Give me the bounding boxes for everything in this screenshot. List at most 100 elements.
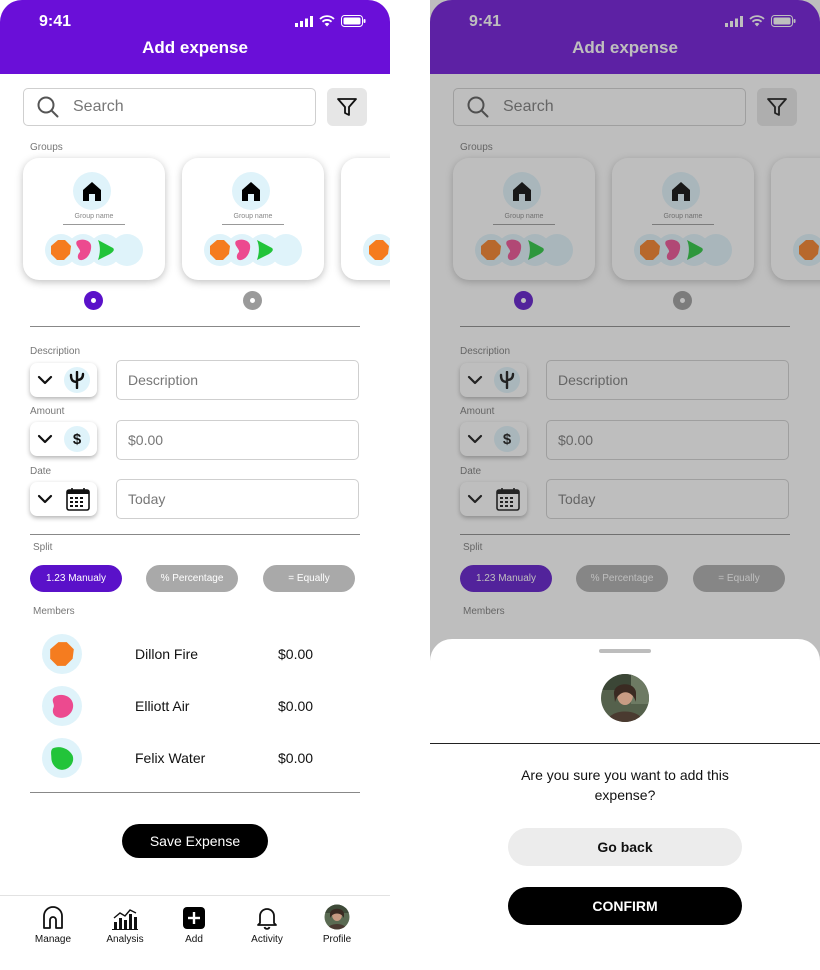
member-avatar-orange (45, 234, 77, 266)
member-amount[interactable]: $0.00 (278, 646, 313, 662)
member-name: Felix Water (135, 750, 206, 766)
home-outline-icon (43, 906, 63, 929)
nav-label: Profile (322, 934, 352, 945)
amount-label: Amount (30, 406, 65, 417)
nav-label: Analysis (106, 934, 144, 945)
description-category-selector[interactable] (30, 363, 97, 397)
avatar (324, 904, 350, 930)
sheet-divider (430, 743, 820, 744)
member-amount[interactable]: $0.00 (278, 698, 313, 714)
status-icons (295, 15, 366, 27)
groups-label: Groups (30, 142, 63, 153)
date-input[interactable]: Today (116, 479, 359, 519)
description-input[interactable]: Description (116, 360, 359, 400)
app-header: 9:41 Add expense (0, 0, 390, 74)
confirm-expense-screen: 9:41 Add expense Groups Group name (430, 0, 820, 970)
avatar (601, 674, 649, 722)
cactus-icon (69, 371, 85, 389)
chevron-down-icon (37, 494, 53, 504)
nav-profile[interactable]: Profile (307, 902, 367, 945)
orange-blob-icon (50, 642, 74, 666)
group-radio[interactable] (243, 291, 262, 310)
nav-manage[interactable]: Manage (23, 902, 83, 945)
user-photo-icon (601, 674, 649, 722)
confirm-bottom-sheet: Are you sure you want to add this expens… (430, 639, 820, 970)
date-label: Date (30, 466, 52, 477)
member-avatar-orange (363, 234, 390, 266)
page-title: Add expense (142, 38, 248, 57)
status-time: 9:41 (39, 13, 72, 30)
wifi-icon (319, 15, 335, 27)
orange-blob-icon (51, 240, 71, 260)
orange-blob-icon (210, 240, 230, 260)
group-name: Group name (233, 213, 273, 220)
home-icon (242, 182, 260, 201)
sheet-drag-handle[interactable] (599, 649, 651, 653)
currency-selector[interactable]: $ (30, 422, 97, 456)
members-label: Members (33, 606, 75, 617)
filter-button[interactable] (327, 88, 367, 126)
group-name-underline (63, 224, 125, 225)
search-box[interactable] (23, 88, 316, 126)
pink-blob-icon (52, 694, 74, 718)
bell-icon (257, 908, 277, 930)
group-member-avatars (204, 234, 314, 268)
split-label: Split (33, 542, 53, 553)
chevron-down-icon (37, 434, 53, 444)
confirm-question: Are you sure you want to add this expens… (521, 767, 729, 803)
signal-icon (295, 15, 313, 27)
split-percentage-button[interactable]: % Percentage (146, 565, 238, 592)
member-avatar (42, 686, 82, 726)
search-icon (37, 96, 59, 118)
dollar-icon: $ (64, 426, 90, 452)
group-radio-selected[interactable] (84, 291, 103, 310)
nav-label: Activity (251, 934, 283, 945)
member-amount[interactable]: $0.00 (278, 750, 313, 766)
amount-input[interactable]: $0.00 (116, 420, 359, 460)
group-name-underline (222, 224, 284, 225)
battery-icon (341, 15, 366, 27)
member-row: Dillon Fire $0.00 (0, 634, 390, 678)
member-row: Felix Water $0.00 (0, 738, 390, 782)
divider (30, 326, 360, 327)
save-expense-button[interactable]: Save Expense (122, 824, 268, 858)
description-label: Description (30, 346, 81, 357)
nav-activity[interactable]: Activity (237, 902, 297, 945)
member-avatar (42, 634, 82, 674)
group-member-avatars (363, 234, 390, 268)
group-card[interactable]: Group name (23, 158, 165, 280)
divider (30, 534, 360, 535)
member-name: Dillon Fire (135, 646, 199, 662)
calendar-icon (66, 488, 90, 511)
plus-square-icon (183, 907, 205, 929)
group-icon (73, 172, 111, 210)
group-member-avatars (45, 234, 155, 268)
nav-analysis[interactable]: Analysis (95, 902, 155, 945)
home-icon (83, 182, 101, 201)
member-row: Elliott Air $0.00 (0, 686, 390, 730)
category-icon-bg (64, 367, 90, 393)
group-card[interactable]: Group name (182, 158, 324, 280)
member-avatar (42, 738, 82, 778)
bottom-nav: Manage Analysis Add Activity Profile (0, 895, 390, 970)
group-name: Group name (74, 213, 114, 220)
add-expense-screen: 9:41 Add expense Groups Group name (0, 0, 390, 970)
split-equally-button[interactable]: = Equally (263, 565, 355, 592)
group-card-partial[interactable] (341, 158, 390, 280)
nav-add[interactable]: Add (164, 902, 224, 945)
go-back-button[interactable]: Go back (508, 828, 742, 866)
member-avatar-orange (204, 234, 236, 266)
split-manual-button[interactable]: 1.23 Manualy (30, 565, 122, 592)
divider (30, 792, 360, 793)
green-blob-icon (51, 747, 74, 770)
nav-label: Manage (34, 934, 72, 945)
member-name: Elliott Air (135, 698, 190, 714)
confirm-button[interactable]: CONFIRM (508, 887, 742, 925)
group-icon (232, 172, 270, 210)
filter-icon (337, 98, 357, 116)
nav-label: Add (185, 934, 203, 945)
chevron-down-icon (37, 375, 53, 385)
orange-blob-icon (369, 240, 389, 260)
date-selector[interactable] (30, 482, 97, 516)
search-input[interactable] (71, 97, 275, 117)
